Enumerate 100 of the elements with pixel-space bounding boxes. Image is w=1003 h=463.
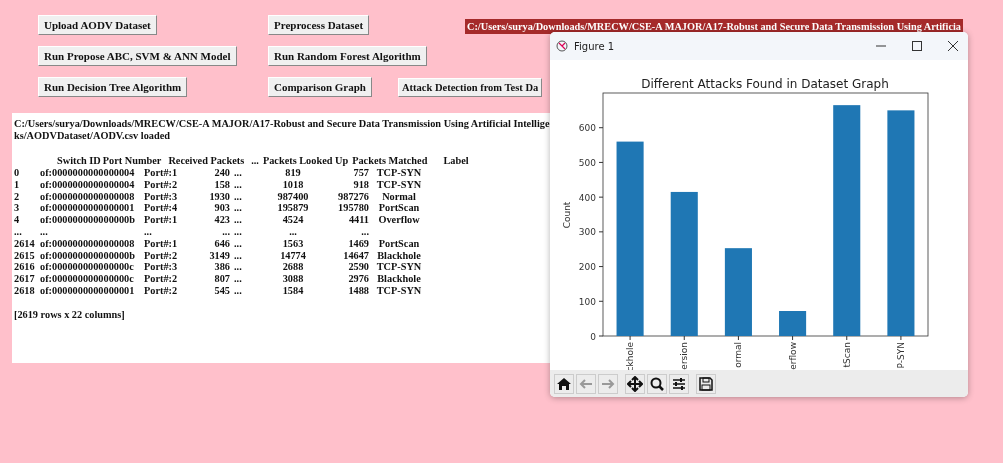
table-cell-text: Port#:1 (144, 237, 179, 250)
table-cell-text: 757 (352, 167, 369, 179)
column-header: Port Number (102, 155, 162, 167)
action-button[interactable]: Run Random Forest Algorithm (268, 46, 427, 66)
table-cell-text: ... (144, 226, 153, 238)
y-tick-label: 200 (578, 262, 597, 273)
table-cell-text: of:000000000000000b (40, 214, 136, 226)
table-cell-text: of:000000000000000c (40, 273, 135, 285)
column-header: Switch ID (57, 155, 101, 167)
chart-title: Different Attacks Found in Dataset Graph (641, 77, 889, 91)
table-cell-text: 4524 (281, 214, 305, 226)
table-cell-text: ... (233, 249, 243, 262)
row-index: 2618 (14, 284, 36, 297)
bar (779, 311, 807, 336)
table-cell-text: 918 (352, 178, 369, 191)
table-cell-text: 3088 (281, 273, 305, 285)
table-cell-text: Port#:2 (144, 284, 179, 297)
table-cell-text: 1563 (281, 237, 305, 250)
x-tick-label: tScan (841, 342, 852, 368)
x-tick-label: erflow (787, 342, 798, 370)
table-cell-text: ... (233, 178, 243, 191)
column-header: ... (251, 155, 259, 167)
save-icon[interactable] (696, 373, 716, 394)
table-cell-text: ... (233, 214, 243, 226)
row-index: 4 (14, 214, 21, 226)
action-button[interactable]: Attack Detection from Test Da (398, 78, 543, 97)
table-cell-text: Port#:2 (144, 273, 179, 285)
output-line: C:/Users/surya/Downloads/MRECW/CSE-A MAJOR/A17-Robust and Secure Data Transmission Using Artificial Intellige (14, 118, 551, 130)
summary-text: [2619 rows x 22 columns] (14, 308, 126, 321)
x-tick-label: P-SYN (895, 342, 906, 369)
table-cell-text: 423 (213, 214, 230, 226)
home-icon[interactable] (554, 373, 574, 394)
table-cell-text: ... (233, 190, 243, 203)
table-cell-text: ... (233, 284, 243, 297)
row-index: 3 (14, 202, 21, 215)
table-cell-text: of:0000000000000001 (40, 284, 136, 297)
table-cell-text: Port#:3 (144, 190, 179, 203)
row-index: 1 (14, 178, 21, 191)
table-cell-text: 195879 (276, 202, 310, 215)
zoom-icon[interactable] (647, 373, 667, 394)
table-cell-text: of:000000000000000c (40, 261, 135, 274)
y-tick: 600 (578, 123, 604, 134)
row-index: 0 (14, 167, 21, 179)
y-tick: 200 (578, 262, 604, 273)
table-cell-text: PortScan (377, 237, 421, 250)
table-cell-text: Port#:2 (144, 249, 179, 262)
table-cell-text: PortScan (377, 202, 421, 215)
table-cell-text: Port#:1 (144, 167, 179, 179)
column-header: Packets Matched (352, 155, 428, 167)
table-cell-text: Port#:4 (144, 202, 179, 215)
action-button[interactable]: Run Decision Tree Algorithm (38, 77, 188, 97)
column-header: Packets Looked Up (262, 155, 349, 167)
table-cell-text: ... (221, 226, 230, 238)
table-cell-text: 903 (213, 202, 230, 215)
x-tick-mark (900, 335, 902, 341)
action-button[interactable]: Upload AODV Dataset (38, 15, 157, 35)
table-cell-text: 807 (213, 273, 230, 285)
table-cell-text: 987400 (276, 190, 310, 203)
table-cell-text: ... (233, 167, 243, 179)
move-icon[interactable] (625, 373, 645, 394)
table-cell-text: Port#:1 (144, 214, 179, 226)
close-icon[interactable] (948, 41, 958, 51)
table-cell-text: 14774 (279, 249, 307, 262)
table-cell-text: 386 (213, 261, 230, 274)
y-tick: 100 (578, 296, 604, 307)
action-button[interactable]: Preprocess Dataset (268, 15, 370, 35)
table-cell-text: ... (233, 226, 243, 238)
table-cell-text: TCP-SYN (375, 178, 423, 191)
y-tick-label: 600 (578, 123, 597, 134)
table-cell-text: 1488 (347, 284, 369, 297)
column-header: Label (443, 155, 469, 167)
table-cell-text: TCP-SYN (375, 167, 423, 179)
y-tick-label: 300 (578, 227, 597, 238)
y-tick: 500 (578, 157, 604, 168)
sliders-icon[interactable] (669, 373, 689, 394)
table-cell-text: Port#:2 (144, 178, 179, 191)
table-cell-text: ... (40, 226, 49, 238)
action-button[interactable]: Run Propose ABC, SVM & ANN Model (38, 46, 237, 66)
y-tick: 0 (590, 331, 604, 342)
x-tick-label: ormal (733, 342, 744, 368)
table-cell-text: Port#:3 (144, 261, 179, 274)
table-cell-text: 1584 (281, 284, 305, 297)
row-index: 2 (14, 190, 21, 203)
table-cell-text: 987276 (337, 190, 369, 203)
action-button[interactable]: Comparison Graph (268, 77, 372, 97)
table-cell-text: 4411 (347, 214, 369, 226)
output-line: ks/AODVDataset/AODV.csv loaded (14, 130, 171, 142)
table-cell-text: 2976 (347, 273, 369, 285)
table-cell-text: 646 (213, 237, 230, 250)
table-cell-text: ... (360, 226, 369, 238)
table-cell-text: ... (233, 273, 243, 285)
maximize-icon[interactable] (912, 41, 922, 51)
x-tick-mark (737, 335, 739, 341)
table-cell-text: 1469 (347, 237, 369, 250)
table-cell-text: TCP-SYN (375, 261, 423, 274)
y-tick: 300 (578, 227, 604, 238)
table-cell-text: 2688 (281, 261, 305, 274)
table-cell-text: 1018 (281, 178, 305, 191)
table-cell-text: 3149 (208, 249, 230, 262)
y-tick-label: 100 (578, 296, 597, 307)
